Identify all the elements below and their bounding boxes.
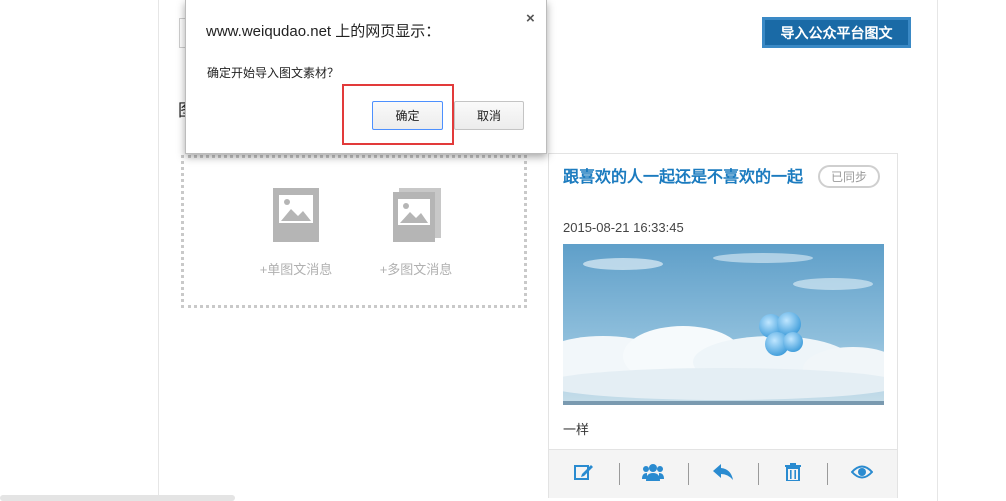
- dialog-title: www.weiqudao.net 上的网页显示：: [206, 23, 441, 40]
- ok-button[interactable]: 确定: [372, 101, 443, 130]
- article-actions: [549, 449, 897, 498]
- create-single-item[interactable]: +单图文消息: [241, 188, 351, 278]
- edit-button[interactable]: [549, 450, 619, 498]
- group-icon: [642, 463, 665, 486]
- page: 图 导入公众平台图文 +单图文消息: [0, 0, 1006, 501]
- trash-icon: [784, 462, 801, 486]
- preview-button[interactable]: [827, 450, 897, 498]
- cancel-button[interactable]: 取消: [454, 101, 524, 130]
- edit-icon: [573, 463, 594, 486]
- create-multi-label: +多图文消息: [379, 262, 453, 277]
- reply-icon: [712, 463, 734, 486]
- dialog-message: 确定开始导入图文素材？: [207, 66, 340, 80]
- create-multi-item[interactable]: +多图文消息: [361, 188, 471, 278]
- create-single-label: +单图文消息: [259, 262, 333, 277]
- article-date: 2015-08-21 16:33:45: [563, 220, 684, 235]
- reply-button[interactable]: [688, 450, 758, 498]
- sync-status-badge: 已同步: [818, 165, 880, 188]
- single-image-icon: [273, 188, 319, 242]
- create-material-box: +单图文消息 +多图文消息: [181, 155, 527, 308]
- horizontal-scrollbar[interactable]: [0, 495, 235, 501]
- group-send-button[interactable]: [618, 450, 689, 498]
- article-card: 跟喜欢的人一起还是不喜欢的一起 已同步 2015-08-21 16:33:45: [548, 153, 898, 498]
- article-cover-image: [563, 244, 884, 405]
- confirm-dialog: www.weiqudao.net 上的网页显示： × 确定开始导入图文素材？ 确…: [185, 0, 547, 154]
- eye-icon: [850, 464, 874, 485]
- multi-image-icon: [393, 188, 441, 242]
- import-public-platform-button[interactable]: 导入公众平台图文: [762, 17, 911, 48]
- close-icon[interactable]: ×: [526, 10, 535, 27]
- article-description: 一样: [563, 422, 590, 437]
- delete-button[interactable]: [757, 450, 828, 498]
